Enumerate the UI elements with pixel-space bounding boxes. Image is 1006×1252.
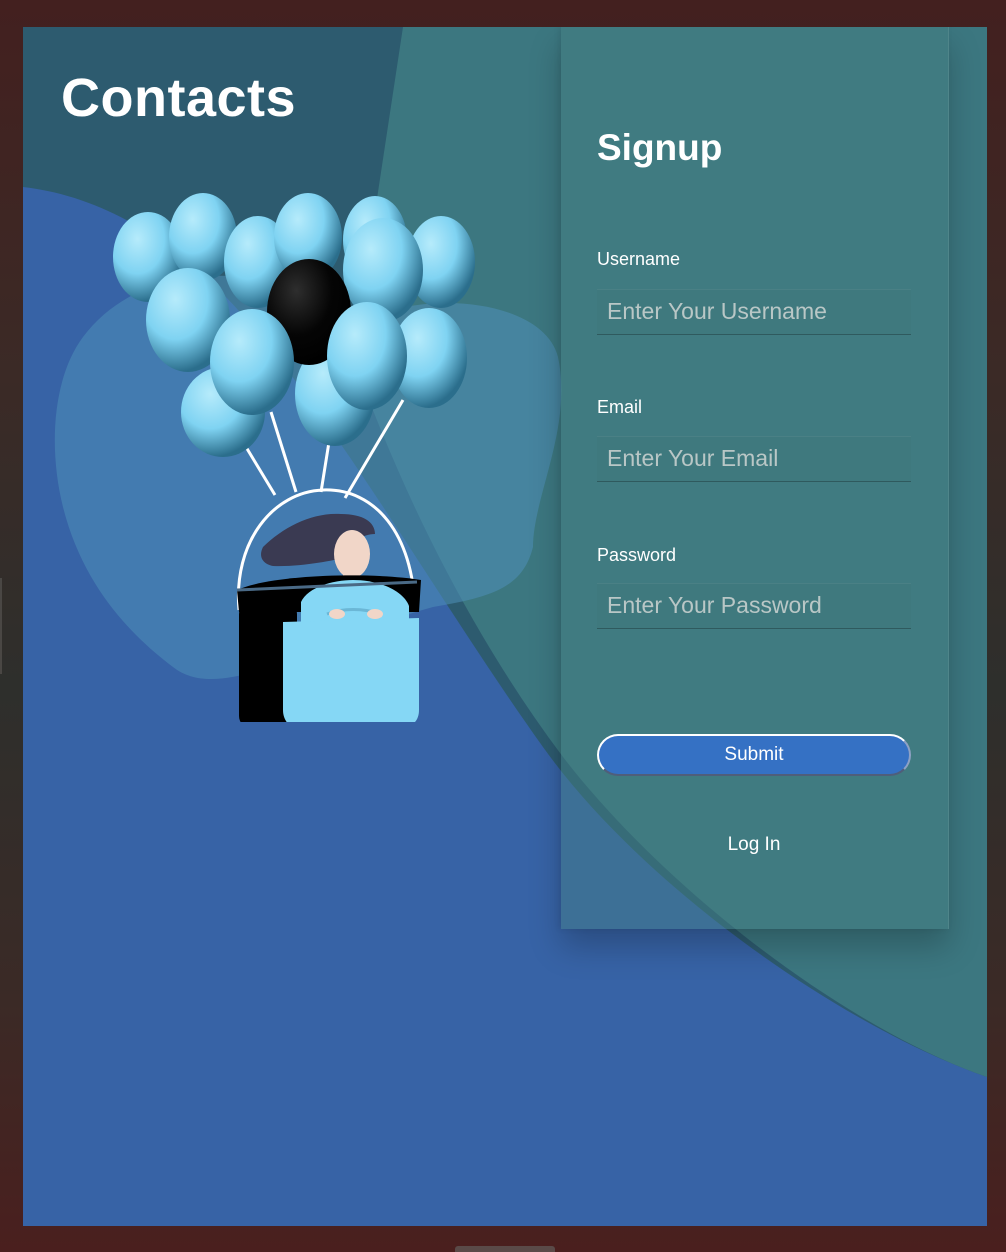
signup-card: Signup Username Email Password Submit Lo… — [561, 27, 949, 929]
username-label: Username — [597, 249, 681, 269]
app-title: Contacts — [61, 68, 297, 128]
signup-title: Signup — [597, 127, 723, 168]
app-window: Contacts Signup Username Enter Your User… — [23, 27, 987, 1226]
email-input[interactable] — [597, 436, 911, 482]
bottom-tab-handle — [455, 1246, 555, 1252]
window-edge-handle — [0, 578, 2, 674]
balloon-basket-illustration — [113, 193, 475, 722]
login-link[interactable]: Log In — [597, 834, 911, 856]
password-input[interactable] — [597, 583, 911, 629]
email-label: Email — [597, 397, 643, 417]
password-label: Password — [597, 545, 677, 565]
submit-button[interactable]: Submit — [597, 734, 911, 776]
username-input[interactable] — [597, 289, 911, 335]
